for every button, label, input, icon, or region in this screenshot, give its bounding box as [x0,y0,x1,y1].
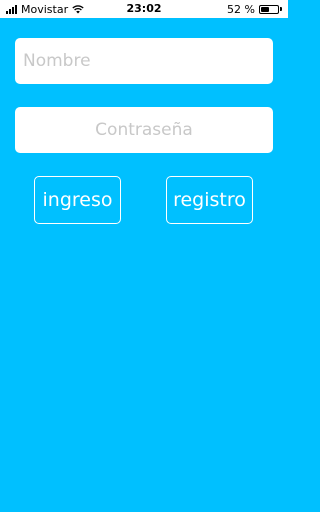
login-button[interactable]: ingreso [34,176,121,224]
status-bar-right: 52 % [227,2,282,16]
password-input[interactable] [15,107,273,153]
register-button[interactable]: registro [166,176,253,224]
login-screen: Movistar 23:02 52 % ingreso registro [0,0,288,512]
battery-percentage: 52 % [227,2,255,16]
battery-icon [259,4,279,14]
battery-tip [280,7,282,11]
name-input[interactable] [15,38,273,84]
status-bar: Movistar 23:02 52 % [0,0,288,18]
battery-level [261,6,269,12]
